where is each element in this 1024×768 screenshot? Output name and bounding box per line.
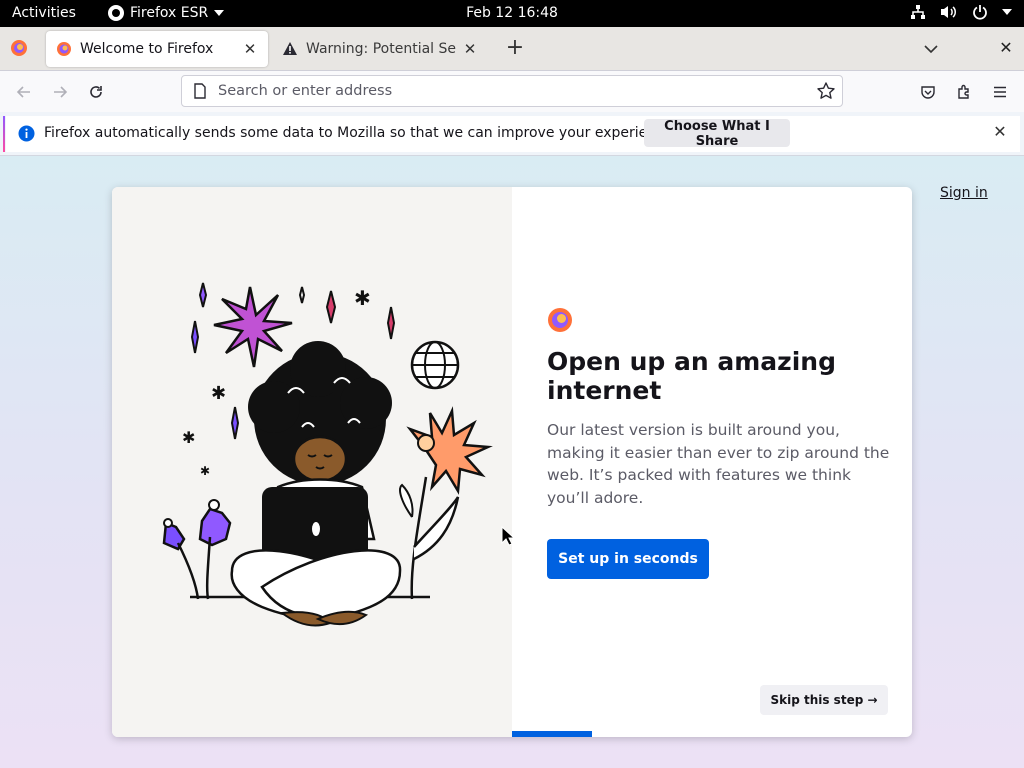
forward-icon: [54, 86, 68, 98]
notification: Firefox automatically sends some data to…: [6, 116, 1020, 152]
progress-bar: [512, 731, 912, 737]
chevron-down-icon: [214, 10, 225, 16]
page-icon: [194, 83, 206, 99]
notification-bar: Firefox automatically sends some data to…: [0, 112, 1024, 156]
info-icon: [18, 125, 35, 142]
tab-title: Welcome to Firefox: [80, 41, 214, 57]
firefox-logo-icon: [548, 308, 572, 332]
app-menu-button[interactable]: [988, 80, 1012, 104]
notification-accent: [3, 116, 5, 152]
progress-fill: [512, 731, 592, 737]
onboarding-card: ✱ ✱ ✱ ✱ Open up an amazing internet Our …: [112, 187, 912, 737]
sign-in-link[interactable]: Sign in: [940, 185, 988, 201]
navigation-toolbar: [0, 71, 1024, 112]
page-subtitle: Our latest version is built around you, …: [547, 421, 890, 507]
close-icon[interactable]: ✕: [242, 41, 258, 57]
url-input[interactable]: [218, 83, 816, 99]
mouse-cursor-icon: [501, 526, 515, 546]
warning-icon: [283, 42, 297, 55]
system-tray[interactable]: [910, 4, 1012, 20]
extensions-icon: [958, 84, 969, 99]
tab-welcome[interactable]: Welcome to Firefox ✕: [46, 31, 268, 67]
window-close-button[interactable]: ✕: [996, 38, 1016, 58]
chevron-down-icon[interactable]: [922, 40, 940, 58]
choose-what-i-share-button[interactable]: Choose What I Share: [644, 119, 790, 149]
skip-step-button[interactable]: Skip this step →: [760, 685, 888, 715]
back-button[interactable]: [12, 80, 36, 104]
address-bar[interactable]: [181, 75, 843, 107]
app-menu-label: Firefox ESR: [130, 5, 209, 21]
svg-text:✱: ✱: [211, 383, 226, 404]
notification-message: Firefox automatically sends some data to…: [44, 125, 677, 141]
reload-button[interactable]: [84, 80, 108, 104]
activities-button[interactable]: Activities: [12, 5, 76, 21]
star-icon[interactable]: [816, 81, 836, 101]
tab-strip: Welcome to Firefox ✕ Warning: Potential …: [0, 27, 1024, 71]
pocket-icon: [921, 86, 935, 99]
firefox-app-icon: [108, 5, 124, 21]
volume-icon: [941, 6, 956, 18]
svg-text:✱: ✱: [354, 286, 371, 310]
tab-title: Warning: Potential Securi: [306, 41, 456, 57]
extensions-button[interactable]: [952, 80, 976, 104]
tab-warning[interactable]: Warning: Potential Securi ✕: [272, 31, 488, 67]
svg-text:✱: ✱: [182, 428, 195, 447]
close-icon[interactable]: ✕: [462, 41, 478, 57]
svg-text:✱: ✱: [200, 464, 210, 478]
back-icon: [16, 86, 30, 98]
illustration-panel: ✱ ✱ ✱ ✱: [112, 187, 512, 737]
app-menu[interactable]: Firefox ESR: [108, 5, 225, 21]
page-content: Sign in ✱ ✱ ✱ ✱ Open up an amazing inter…: [0, 156, 1024, 768]
close-icon[interactable]: ✕: [992, 124, 1008, 140]
chevron-down-icon: [1002, 9, 1012, 15]
network-icon: [911, 5, 925, 19]
set-up-button[interactable]: Set up in seconds: [547, 539, 709, 579]
reload-icon: [90, 86, 102, 98]
firefox-view-icon[interactable]: [8, 37, 30, 59]
new-tab-button[interactable]: +: [504, 37, 526, 60]
pocket-button[interactable]: [916, 80, 940, 104]
menu-icon: [994, 86, 1006, 98]
person-with-laptop-illustration: ✱ ✱ ✱ ✱: [162, 282, 493, 627]
page-title: Open up an amazing internet: [547, 347, 836, 405]
forward-button[interactable]: [48, 80, 72, 104]
system-top-bar: Activities Firefox ESR Feb 12 16:48: [0, 0, 1024, 27]
text-column: Open up an amazing internet Our latest v…: [547, 307, 892, 509]
firefox-tab-icon: [57, 42, 71, 56]
power-icon: [973, 5, 987, 20]
